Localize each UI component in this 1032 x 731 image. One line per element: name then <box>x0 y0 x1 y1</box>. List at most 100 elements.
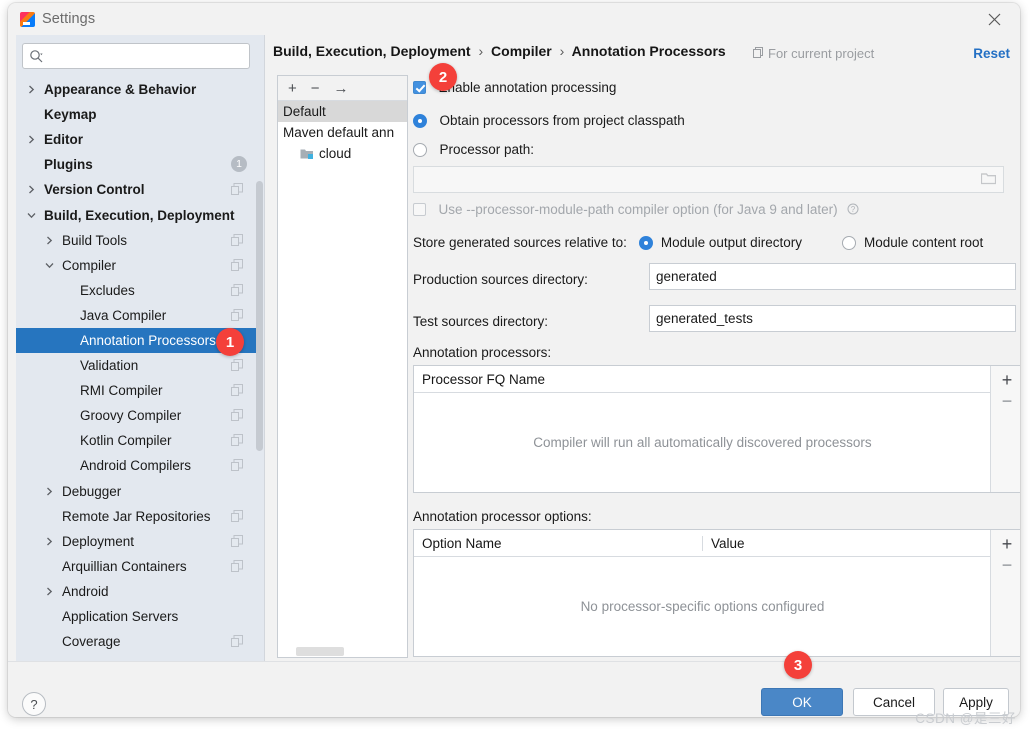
breadcrumb-item-1[interactable]: Compiler <box>491 43 552 59</box>
add-profile-button[interactable]: + <box>288 81 297 96</box>
folder-icon[interactable] <box>981 172 996 190</box>
screenshot-root: Settings Appearance & BehaviorKeymapEdit… <box>0 0 1032 731</box>
store-relative-label: Store generated sources relative to: <box>413 235 627 250</box>
profile-item-maven-default[interactable]: Maven default ann <box>278 122 407 143</box>
processor-module-path-row[interactable]: Use --processor-module-path compiler opt… <box>413 201 859 219</box>
sidebar-item-excludes[interactable]: Excludes <box>16 278 257 303</box>
annotation-processor-options-section-label: Annotation processor options: <box>413 508 592 526</box>
sidebar-item-label: Keymap <box>44 107 97 122</box>
processor-module-path-checkbox[interactable] <box>413 203 426 216</box>
sidebar-item-android-compilers[interactable]: Android Compilers <box>16 453 257 478</box>
step-badge-3: 3 <box>784 651 812 679</box>
chevron-right-icon[interactable] <box>24 83 38 97</box>
test-sources-input[interactable]: generated_tests <box>649 305 1016 332</box>
ok-button[interactable]: OK <box>761 688 843 716</box>
module-content-root-radio[interactable] <box>842 236 856 250</box>
obtain-from-classpath-row[interactable]: Obtain processors from project classpath <box>413 112 685 130</box>
sidebar-item-android[interactable]: Android <box>16 579 257 604</box>
processor-path-label: Processor path: <box>439 142 534 157</box>
sidebar-scrollbar[interactable] <box>256 77 263 661</box>
remove-option-button[interactable]: − <box>1002 554 1013 576</box>
sidebar-item-kotlin-compiler[interactable]: Kotlin Compiler <box>16 428 257 453</box>
sidebar-item-build-tools[interactable]: Build Tools <box>16 228 257 253</box>
breadcrumb: Build, Execution, Deployment › Compiler … <box>273 43 726 59</box>
breadcrumb-item-2: Annotation Processors <box>572 43 726 59</box>
copy-icon <box>231 510 243 522</box>
question-icon[interactable]: ? <box>847 202 859 217</box>
sidebar-item-arquillian-containers[interactable]: Arquillian Containers <box>16 554 257 579</box>
sidebar-item-groovy-compiler[interactable]: Groovy Compiler <box>16 403 257 428</box>
copy-icon <box>231 309 243 321</box>
column-header-processor-fq-name[interactable]: Processor FQ Name <box>414 372 992 387</box>
sidebar-item-java-compiler[interactable]: Java Compiler <box>16 303 257 328</box>
chevron-right-icon[interactable] <box>42 484 56 498</box>
enable-annotation-processing-checkbox[interactable] <box>413 81 426 94</box>
add-option-button[interactable]: + <box>1002 534 1013 554</box>
sidebar-item-remote-jar-repositories[interactable]: Remote Jar Repositories <box>16 504 257 529</box>
sidebar-item-debugger[interactable]: Debugger <box>16 479 257 504</box>
sidebar-item-plugins[interactable]: Plugins1 <box>16 152 257 177</box>
processor-path-row[interactable]: Processor path: <box>413 141 534 159</box>
sidebar-item-version-control[interactable]: Version Control <box>16 177 257 202</box>
chevron-right-icon[interactable] <box>42 233 56 247</box>
settings-tree[interactable]: Appearance & BehaviorKeymapEditorPlugins… <box>16 77 257 661</box>
profile-list-hscrollbar-thumb[interactable] <box>296 647 344 656</box>
production-sources-input[interactable]: generated <box>649 263 1016 290</box>
column-header-value[interactable]: Value <box>702 536 992 551</box>
sidebar-item-appearance-behavior[interactable]: Appearance & Behavior <box>16 77 257 102</box>
sidebar-item-label: Arquillian Containers <box>62 559 187 574</box>
search-input[interactable] <box>49 46 243 68</box>
chevron-right-icon[interactable] <box>42 584 56 598</box>
chevron-down-icon[interactable] <box>42 258 56 272</box>
copy-icon <box>231 434 243 446</box>
chevron-right-icon[interactable] <box>42 534 56 548</box>
sidebar-scrollbar-thumb[interactable] <box>256 181 263 451</box>
module-output-directory-radio[interactable] <box>639 236 653 250</box>
module-icon <box>300 147 314 160</box>
breadcrumb-item-0[interactable]: Build, Execution, Deployment <box>273 43 471 59</box>
sidebar-item-validation[interactable]: Validation <box>16 353 257 378</box>
sidebar-item-label: Plugins <box>44 157 93 172</box>
annotation-processor-options-table[interactable]: Option Name Value No processor-specific … <box>413 529 1020 657</box>
remove-profile-button[interactable]: − <box>311 81 320 96</box>
processor-path-field-wrap[interactable] <box>413 166 1004 193</box>
sidebar-item-label: RMI Compiler <box>80 383 163 398</box>
sidebar-item-label: Build, Execution, Deployment <box>44 208 235 223</box>
sidebar-item-editor[interactable]: Editor <box>16 127 257 152</box>
close-icon[interactable] <box>974 5 1014 33</box>
sidebar-item-deployment[interactable]: Deployment <box>16 529 257 554</box>
move-profile-button[interactable]: → <box>334 81 349 96</box>
remove-processor-button[interactable]: − <box>1002 390 1013 412</box>
sidebar-item-coverage[interactable]: Coverage <box>16 629 257 654</box>
sidebar-item-label: Annotation Processors <box>80 333 216 348</box>
profile-item-default[interactable]: Default <box>278 101 407 122</box>
obtain-from-classpath-radio[interactable] <box>413 114 427 128</box>
sidebar-item-docker[interactable]: Docker <box>16 654 257 661</box>
annotation-processors-table[interactable]: Processor FQ Name Compiler will run all … <box>413 365 1020 493</box>
search-box[interactable] <box>22 43 250 69</box>
sidebar-item-application-servers[interactable]: Application Servers <box>16 604 257 629</box>
profile-item-label: cloud <box>319 146 351 161</box>
copy-icon <box>231 234 243 246</box>
add-processor-button[interactable]: + <box>1002 370 1013 390</box>
copy-icon <box>231 459 243 471</box>
column-header-option-name[interactable]: Option Name <box>414 536 702 551</box>
options-table-actions: + − <box>990 530 1020 656</box>
help-button[interactable]: ? <box>22 692 46 716</box>
sidebar-item-keymap[interactable]: Keymap <box>16 102 257 127</box>
profile-item-cloud[interactable]: cloud <box>278 143 407 164</box>
reset-link[interactable]: Reset <box>973 46 1010 61</box>
module-output-directory-label: Module output directory <box>661 235 802 250</box>
sidebar-item-build-execution-deployment[interactable]: Build, Execution, Deployment <box>16 202 257 227</box>
processor-path-input[interactable] <box>413 166 1004 193</box>
sidebar-item-label: Compiler <box>62 258 116 273</box>
copy-icon <box>231 535 243 547</box>
sidebar-item-rmi-compiler[interactable]: RMI Compiler <box>16 378 257 403</box>
chevron-right-icon[interactable] <box>24 183 38 197</box>
copy-icon <box>231 560 243 572</box>
chevron-right-icon[interactable] <box>24 133 38 147</box>
sidebar-item-compiler[interactable]: Compiler <box>16 253 257 278</box>
annotation-processors-section-label: Annotation processors: <box>413 344 551 362</box>
chevron-down-icon[interactable] <box>24 208 38 222</box>
processor-path-radio[interactable] <box>413 143 427 157</box>
